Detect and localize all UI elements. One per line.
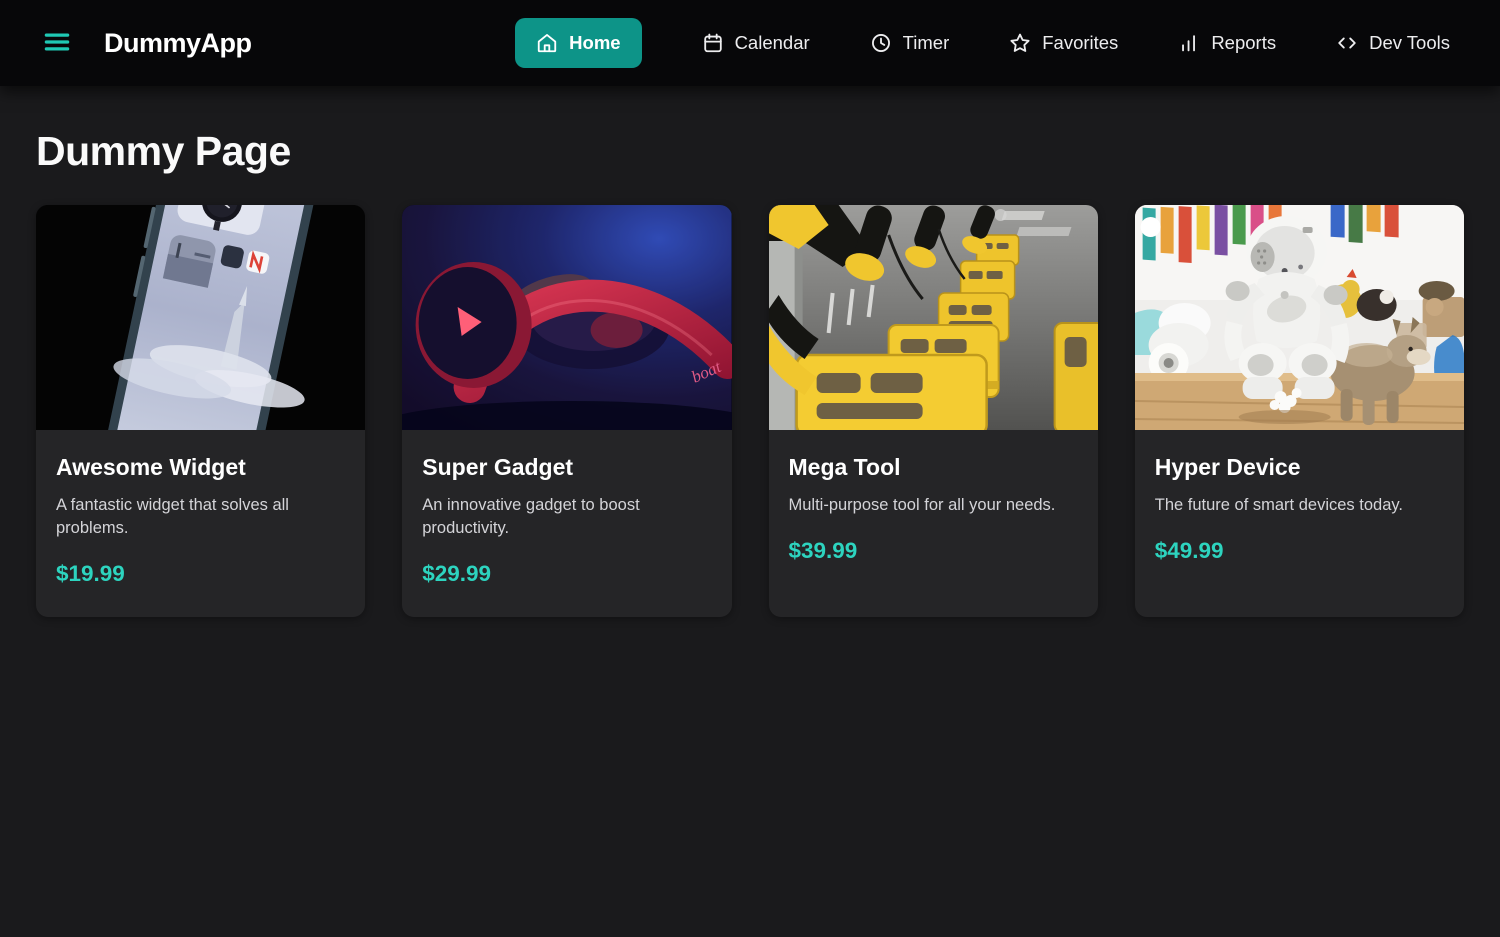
product-description: An innovative gadget to boost productivi… bbox=[422, 496, 640, 538]
product-image-yellow-bikes bbox=[768, 205, 1098, 430]
nav-label: Dev Tools bbox=[1369, 32, 1450, 53]
main-content: Dummy Page Awesome Widget A fantastic wi… bbox=[0, 86, 1500, 618]
menu-button[interactable] bbox=[38, 23, 76, 64]
product-description: A fantastic widget that solves all probl… bbox=[56, 496, 289, 538]
app-title: DummyApp bbox=[104, 27, 252, 58]
page-title: Dummy Page bbox=[36, 128, 291, 174]
nav-label: Home bbox=[569, 32, 621, 53]
nav-label: Calendar bbox=[734, 32, 810, 53]
product-card-body: Awesome Widget A fantastic widget that s… bbox=[36, 430, 365, 617]
nav-label: Favorites bbox=[1042, 32, 1119, 53]
bar-chart-icon bbox=[1178, 32, 1200, 54]
product-image-headphones: boat bbox=[402, 205, 732, 430]
code-icon bbox=[1336, 32, 1358, 54]
product-description: The future of smart devices today. bbox=[1154, 496, 1403, 514]
product-price: $19.99 bbox=[56, 561, 125, 587]
product-image-robot bbox=[1134, 205, 1464, 430]
app-header: DummyApp Home Calendar Timer Favorites R… bbox=[0, 0, 1500, 86]
product-card-awesome-widget: Awesome Widget A fantastic widget that s… bbox=[36, 205, 366, 618]
product-name: Hyper Device bbox=[1154, 454, 1301, 480]
nav-item-dev-tools[interactable]: Dev Tools bbox=[1336, 32, 1450, 54]
star-icon bbox=[1009, 32, 1031, 54]
calendar-icon bbox=[702, 32, 724, 54]
product-price: $49.99 bbox=[1154, 538, 1224, 564]
hamburger-icon bbox=[42, 27, 72, 60]
product-card-super-gadget: boat Super Gadget An innovative gadget t… bbox=[402, 205, 732, 618]
product-card-body: Super Gadget An innovative gadget to boo… bbox=[402, 430, 731, 617]
nav-item-favorites[interactable]: Favorites bbox=[1009, 32, 1118, 54]
nav-item-calendar[interactable]: Calendar bbox=[702, 32, 810, 54]
product-grid: Awesome Widget A fantastic widget that s… bbox=[36, 205, 1464, 618]
product-image-smartphone bbox=[36, 205, 366, 430]
nav-item-reports[interactable]: Reports bbox=[1178, 32, 1276, 54]
home-icon bbox=[536, 32, 558, 54]
nav-label: Reports bbox=[1211, 32, 1277, 53]
product-price: $29.99 bbox=[422, 561, 492, 587]
product-card-hyper-device: Hyper Device The future of smart devices… bbox=[1134, 205, 1464, 618]
product-card-body: Hyper Device The future of smart devices… bbox=[1135, 430, 1464, 594]
clock-icon bbox=[870, 32, 892, 54]
nav-item-timer[interactable]: Timer bbox=[870, 32, 950, 54]
product-name: Mega Tool bbox=[788, 454, 901, 480]
nav-label: Timer bbox=[902, 32, 950, 53]
product-card-mega-tool: Mega Tool Multi-purpose tool for all you… bbox=[768, 205, 1098, 618]
main-nav: Home Calendar Timer Favorites Reports De… bbox=[515, 18, 1450, 68]
product-price: $39.99 bbox=[788, 538, 858, 564]
product-card-body: Mega Tool Multi-purpose tool for all you… bbox=[769, 430, 1098, 594]
product-description: Multi-purpose tool for all your needs. bbox=[788, 496, 1056, 514]
product-name: Super Gadget bbox=[422, 454, 574, 480]
nav-item-home[interactable]: Home bbox=[515, 18, 642, 68]
product-name: Awesome Widget bbox=[56, 454, 246, 480]
